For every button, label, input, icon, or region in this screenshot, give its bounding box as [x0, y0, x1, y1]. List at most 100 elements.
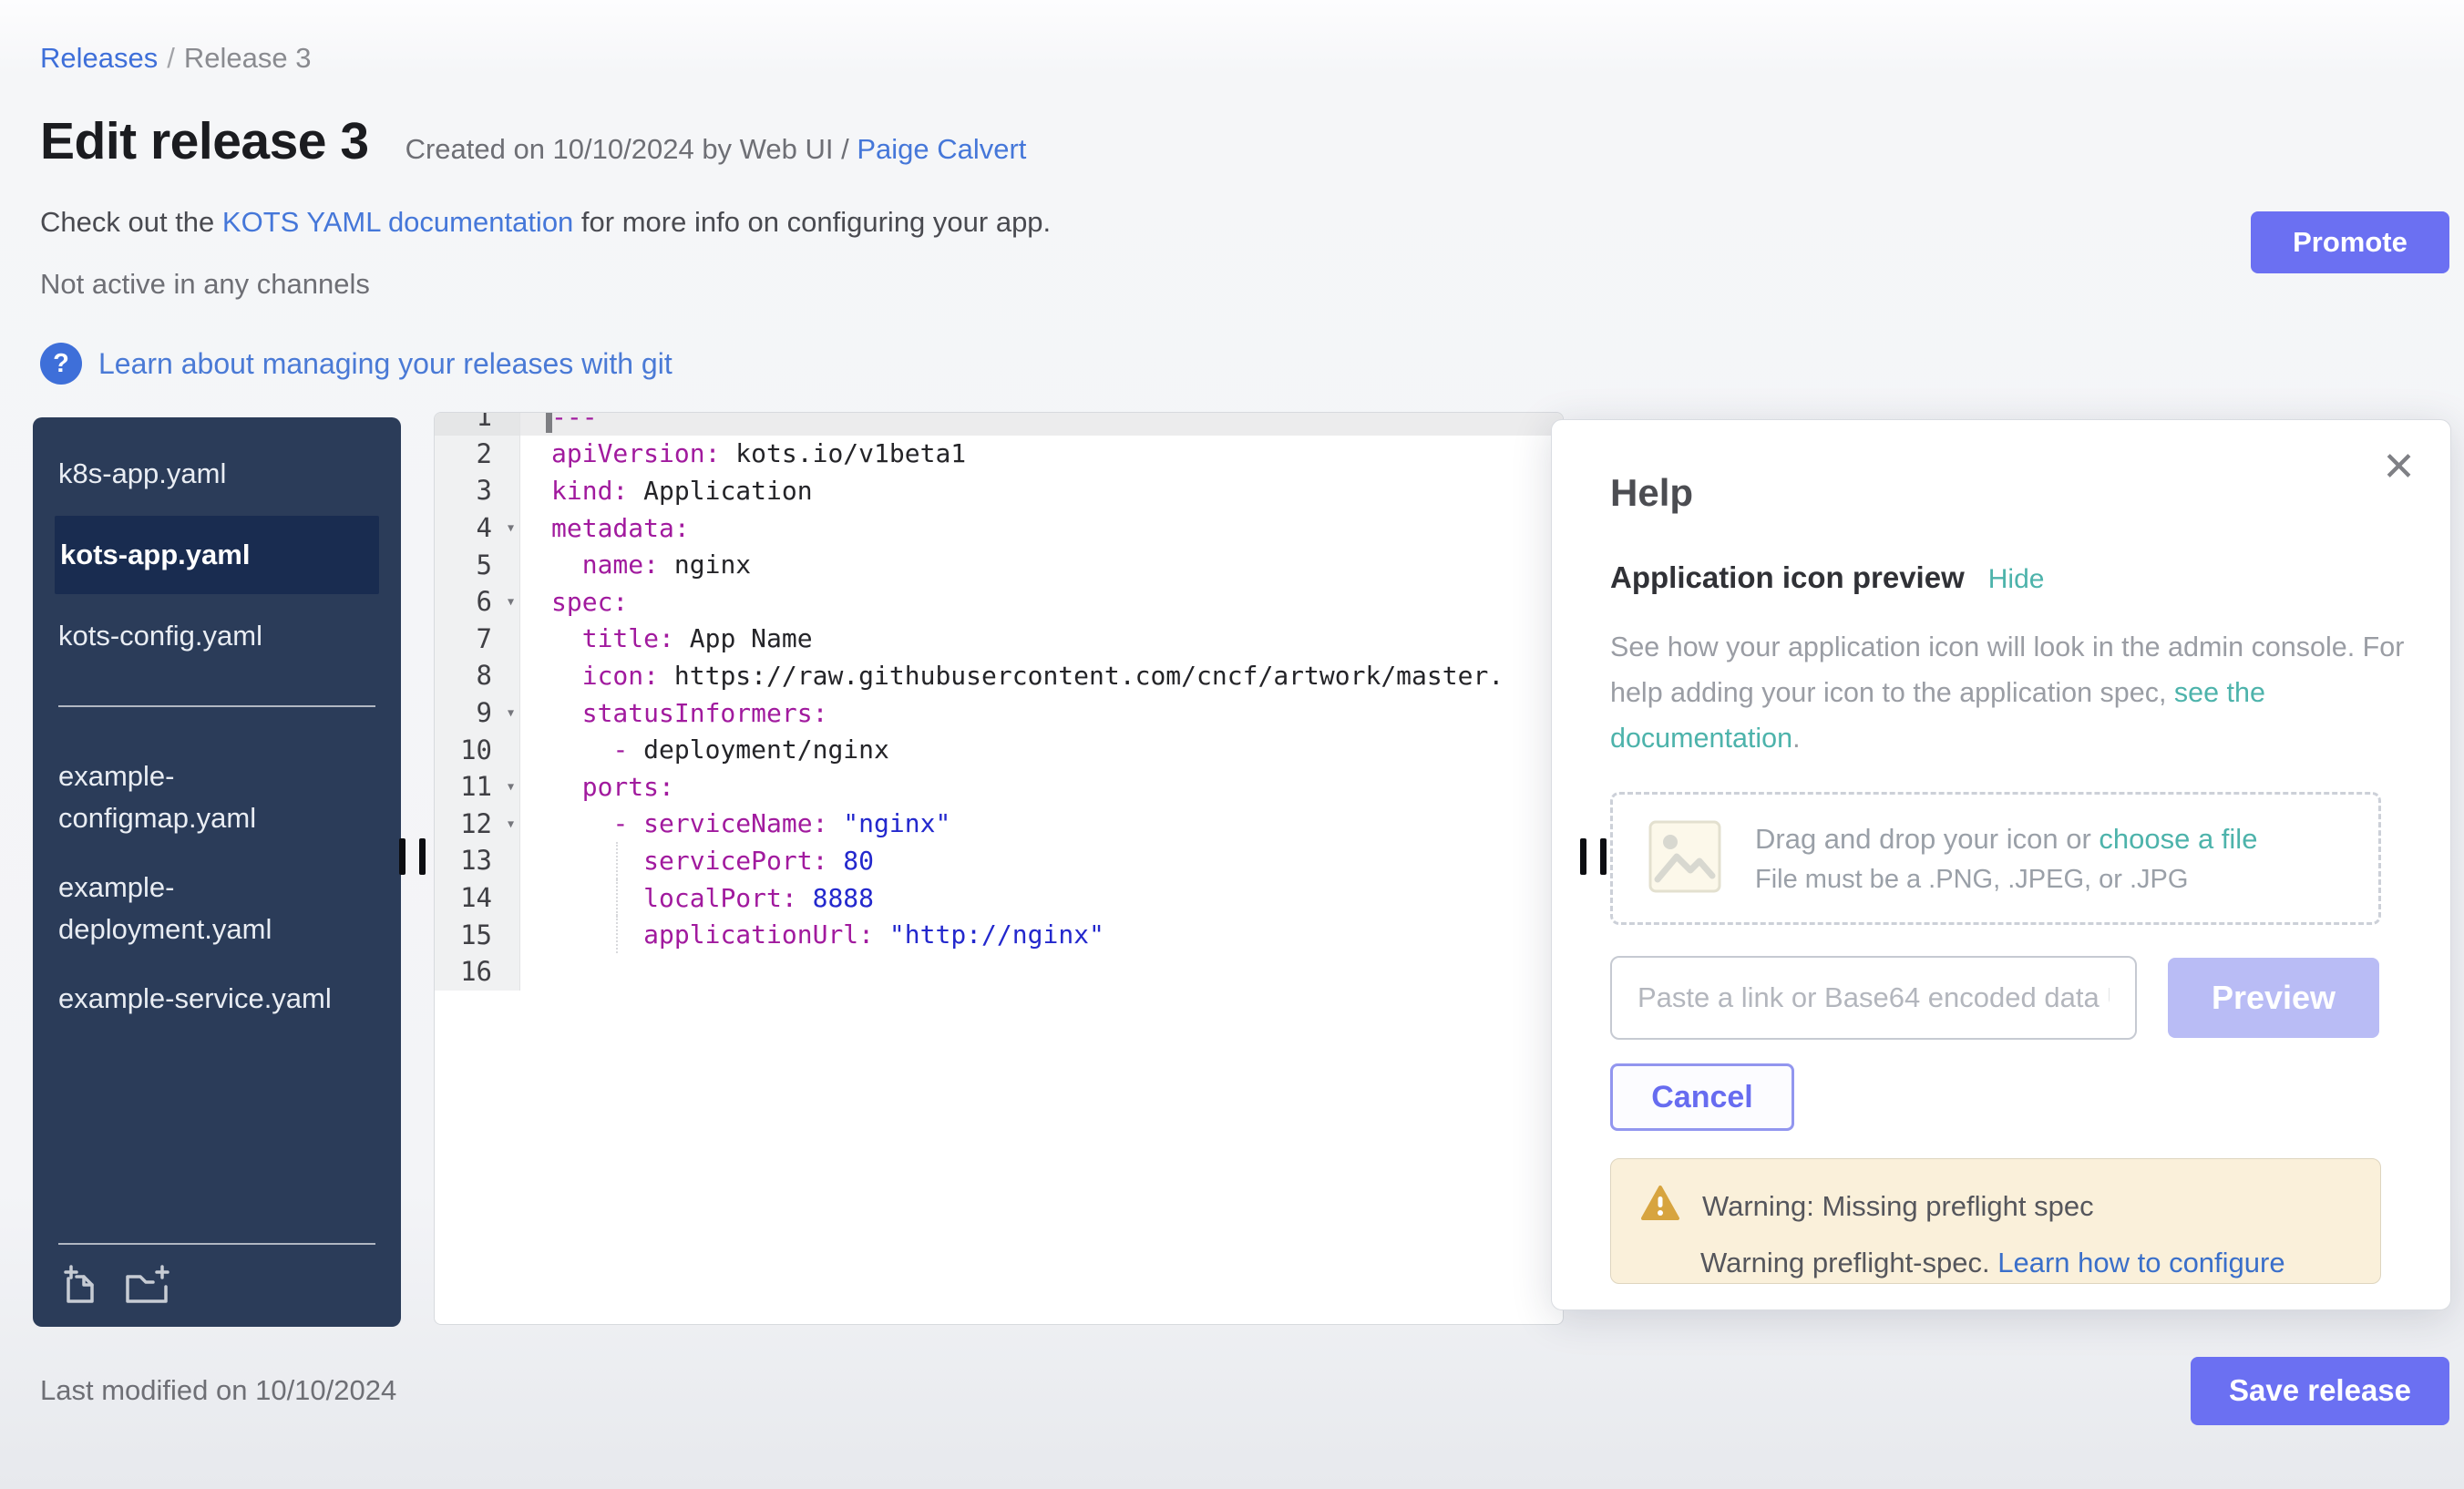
warning-body: Warning preflight-spec.: [1700, 1247, 1997, 1278]
fold-arrow-icon[interactable]: ▾: [506, 777, 516, 796]
code-text[interactable]: - deployment/nginx: [520, 731, 1563, 768]
file-item-example-service.yaml[interactable]: example-service.yaml: [33, 964, 401, 1033]
code-text[interactable]: ---: [520, 412, 1563, 436]
code-line-1[interactable]: 1---: [435, 412, 1563, 436]
title-row: Edit release 3 Created on 10/10/2024 by …: [40, 111, 2464, 171]
file-item-example-deployment.yaml[interactable]: example-deployment.yaml: [33, 853, 401, 964]
dropzone-label: Drag and drop your icon or choose a file: [1755, 823, 2257, 856]
code-line-12[interactable]: 12▾ - serviceName: "nginx": [435, 806, 1563, 843]
author-link[interactable]: Paige Calvert: [857, 133, 1026, 165]
help-panel: ✕ Help Application icon preview Hide See…: [1551, 419, 2451, 1310]
add-file-icon[interactable]: [58, 1263, 100, 1305]
code-line-13[interactable]: 13 servicePort: 80: [435, 842, 1563, 879]
code-line-4[interactable]: 4▾metadata:: [435, 509, 1563, 547]
pane-resize-handle-left[interactable]: [399, 838, 426, 875]
code-line-6[interactable]: 6▾spec:: [435, 583, 1563, 621]
fold-arrow-icon[interactable]: ▾: [506, 519, 516, 538]
cancel-button[interactable]: Cancel: [1610, 1063, 1794, 1131]
warning-detail: Warning preflight-spec. Learn how to con…: [1700, 1247, 2353, 1279]
code-text[interactable]: [520, 953, 1563, 991]
code-text[interactable]: title: App Name: [520, 621, 1563, 658]
promote-button[interactable]: Promote: [2251, 211, 2449, 273]
code-line-3[interactable]: 3kind: Application: [435, 472, 1563, 509]
file-item-kots-config.yaml[interactable]: kots-config.yaml: [33, 601, 401, 671]
code-text[interactable]: localPort: 8888: [520, 879, 1563, 917]
code-text[interactable]: applicationUrl: "http://nginx": [520, 916, 1563, 953]
preflight-warning: Warning: Missing preflight spec Warning …: [1610, 1158, 2381, 1284]
indent-guide: [616, 916, 618, 953]
file-item-kots-app.yaml[interactable]: kots-app.yaml: [55, 516, 379, 594]
breadcrumb-current: Release 3: [184, 42, 312, 74]
channel-status: Not active in any channels: [40, 268, 2464, 301]
code-line-7[interactable]: 7 title: App Name: [435, 621, 1563, 658]
code-text[interactable]: name: nginx: [520, 546, 1563, 583]
gutter-line-number: 2: [435, 436, 520, 473]
yaml-editor[interactable]: 1---2apiVersion: kots.io/v1beta13kind: A…: [434, 412, 1564, 1325]
code-line-16[interactable]: 16: [435, 953, 1563, 991]
icon-dropzone[interactable]: Drag and drop your icon or choose a file…: [1610, 792, 2381, 925]
gutter-line-number: 14: [435, 879, 520, 917]
pane-resize-handle-right[interactable]: [1580, 838, 1607, 875]
indent-guide: [616, 842, 618, 879]
code-text[interactable]: - serviceName: "nginx": [520, 806, 1563, 843]
sidebar-footer: [33, 1243, 401, 1327]
file-item-example-configmap.yaml[interactable]: example-configmap.yaml: [33, 742, 401, 853]
gutter-line-number: 10: [435, 731, 520, 768]
gutter-line-number: 12▾: [435, 806, 520, 843]
fold-arrow-icon[interactable]: ▾: [506, 592, 516, 611]
icon-url-row: Preview: [1610, 956, 2416, 1040]
code-text[interactable]: icon: https://raw.githubusercontent.com/…: [520, 657, 1563, 694]
help-circle-icon: ?: [40, 343, 82, 385]
gutter-line-number: 1: [435, 412, 520, 436]
code-line-5[interactable]: 5 name: nginx: [435, 546, 1563, 583]
docs-post: for more info on configuring your app.: [573, 206, 1051, 238]
code-text[interactable]: metadata:: [520, 509, 1563, 547]
sidebar-divider: [58, 705, 375, 707]
gutter-line-number: 11▾: [435, 768, 520, 806]
fold-arrow-icon[interactable]: ▾: [506, 703, 516, 723]
gutter-line-number: 13: [435, 842, 520, 879]
file-sidebar: k8s-app.yaml kots-app.yamlkots-config.yam…: [33, 417, 401, 1327]
file-list-top: k8s-app.yaml kots-app.yamlkots-config.yam…: [33, 417, 401, 671]
git-help-row: ? Learn about managing your releases wit…: [40, 343, 2464, 385]
git-help-link[interactable]: Learn about managing your releases with …: [98, 347, 672, 381]
gutter-line-number: 16: [435, 953, 520, 991]
file-item-k8s-app.yaml[interactable]: k8s-app.yaml: [33, 439, 401, 508]
code-line-2[interactable]: 2apiVersion: kots.io/v1beta1: [435, 436, 1563, 473]
add-folder-icon[interactable]: [122, 1263, 171, 1305]
breadcrumb-releases-link[interactable]: Releases: [40, 42, 158, 74]
fold-arrow-icon[interactable]: ▾: [506, 814, 516, 833]
save-release-button[interactable]: Save release: [2191, 1357, 2449, 1425]
icon-url-input[interactable]: [1610, 956, 2137, 1040]
code-line-10[interactable]: 10 - deployment/nginx: [435, 731, 1563, 768]
gutter-line-number: 4▾: [435, 509, 520, 547]
page-footer: Last modified on 10/10/2024 Save release: [40, 1354, 2449, 1427]
code-text[interactable]: statusInformers:: [520, 694, 1563, 732]
docs-line: Check out the KOTS YAML documentation fo…: [40, 206, 2464, 239]
code-text[interactable]: ports:: [520, 768, 1563, 806]
code-line-8[interactable]: 8 icon: https://raw.githubusercontent.co…: [435, 657, 1563, 694]
gutter-line-number: 7: [435, 621, 520, 658]
preview-button[interactable]: Preview: [2168, 958, 2379, 1038]
code-text[interactable]: kind: Application: [520, 472, 1563, 509]
help-title: Help: [1610, 471, 2416, 515]
code-text[interactable]: servicePort: 80: [520, 842, 1563, 879]
kots-docs-link[interactable]: KOTS YAML documentation: [222, 206, 573, 238]
file-list-bottom: example-configmap.yamlexample-deployment…: [33, 742, 401, 1033]
code-text[interactable]: apiVersion: kots.io/v1beta1: [520, 436, 1563, 473]
configure-preflight-link[interactable]: Learn how to configure: [1997, 1247, 2284, 1278]
edit-release-page: Releases / Release 3 Edit release 3 Create…: [0, 0, 2464, 1489]
sidebar-footer-divider: [58, 1243, 375, 1245]
breadcrumb: Releases / Release 3: [0, 0, 2464, 75]
breadcrumb-separator: /: [167, 42, 175, 74]
code-lines: 1---2apiVersion: kots.io/v1beta13kind: A…: [435, 412, 1563, 991]
code-line-11[interactable]: 11▾ ports:: [435, 768, 1563, 806]
choose-file-link[interactable]: choose a file: [2099, 823, 2257, 855]
close-icon[interactable]: ✕: [2382, 444, 2416, 490]
code-line-14[interactable]: 14 localPort: 8888: [435, 879, 1563, 917]
code-text[interactable]: spec:: [520, 583, 1563, 621]
dropzone-text-block: Drag and drop your icon or choose a file…: [1755, 823, 2257, 895]
hide-link[interactable]: Hide: [1988, 564, 2045, 595]
code-line-9[interactable]: 9▾ statusInformers:: [435, 694, 1563, 732]
code-line-15[interactable]: 15 applicationUrl: "http://nginx": [435, 916, 1563, 953]
